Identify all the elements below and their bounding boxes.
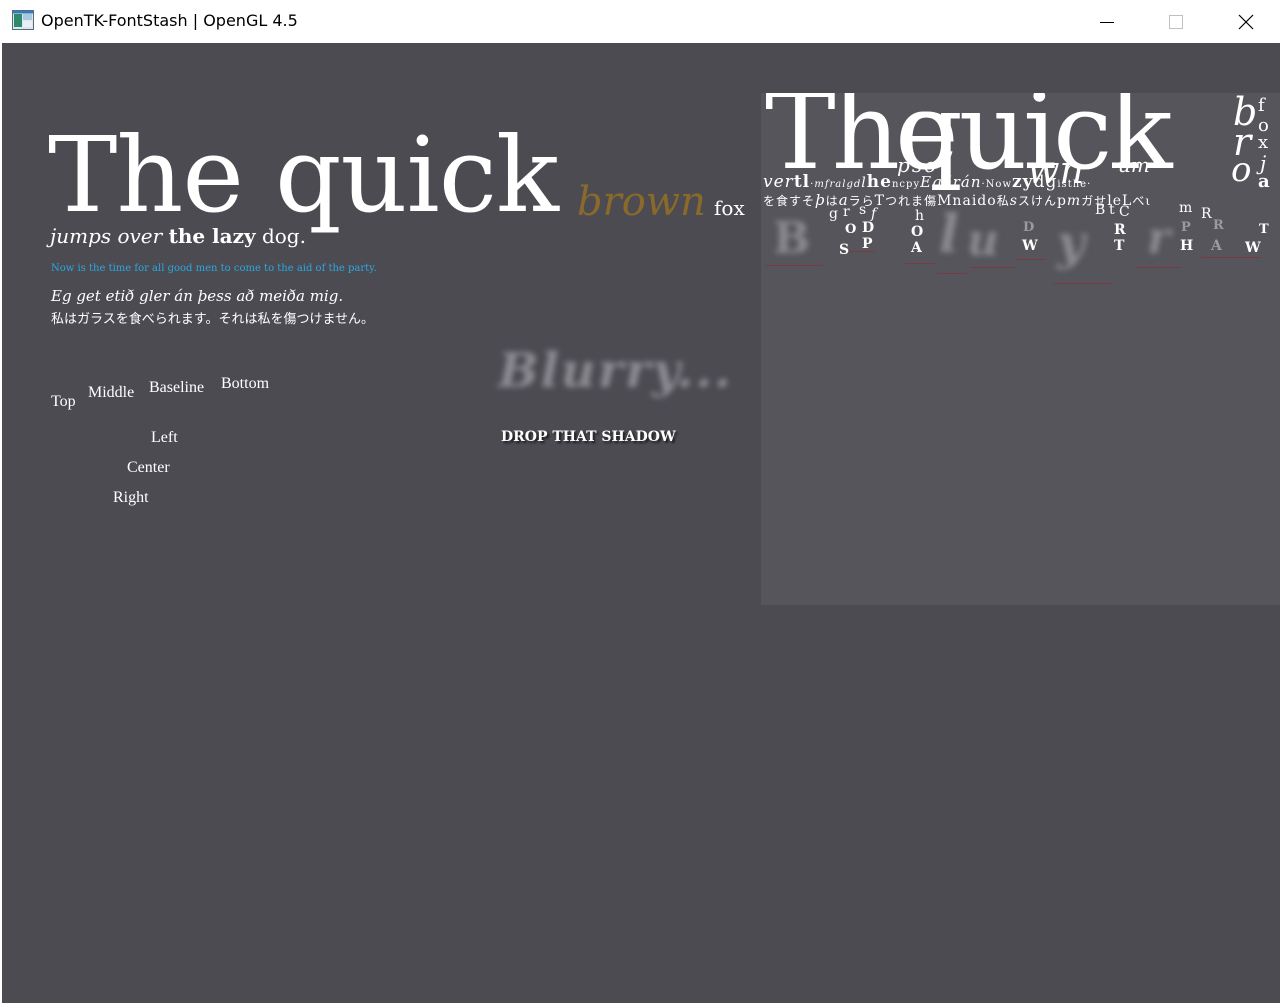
atlas-glyph: f bbox=[1258, 95, 1265, 116]
atlas-divider bbox=[1135, 267, 1181, 268]
atlas-glyph: g bbox=[829, 206, 838, 222]
atlas-glyph: x bbox=[1258, 132, 1269, 153]
atlas-glyph: D bbox=[862, 220, 875, 236]
atlas-divider bbox=[765, 265, 823, 266]
atlas-glyph: pso bbox=[897, 153, 939, 177]
atlas-glyph: O bbox=[845, 222, 857, 237]
atlas-glyph: h bbox=[915, 208, 925, 224]
atlas-row: vertl·mfralgdlhencpyEgðrán·Nowzydgisthe· bbox=[763, 172, 1092, 192]
glyph-atlas-texture: The quick b f o x r j o a pso wn um vert… bbox=[761, 93, 1280, 605]
atlas-glyph: m bbox=[1179, 200, 1193, 216]
align-left-label: Left bbox=[151, 429, 178, 446]
align-center-label: Center bbox=[127, 459, 170, 476]
atlas-glyph: T bbox=[1114, 238, 1125, 254]
close-icon bbox=[1238, 14, 1254, 29]
japanese-text: 私はガラスを食べられます。それは私を傷つけません。 bbox=[51, 312, 375, 327]
atlas-divider bbox=[937, 273, 967, 274]
align-top-label: Top bbox=[51, 393, 76, 410]
atlas-glyph: W bbox=[1022, 238, 1038, 254]
maximize-icon bbox=[1169, 14, 1183, 29]
the-quick-heading: The quick bbox=[48, 114, 559, 236]
drop-shadow-text: DROP THAT SHADOW bbox=[501, 429, 676, 445]
atlas-divider bbox=[849, 251, 875, 252]
window-title: OpenTK-FontStash | OpenGL 4.5 bbox=[41, 11, 298, 30]
atlas-glyph: R bbox=[1114, 222, 1126, 238]
maximize-button[interactable] bbox=[1141, 0, 1211, 43]
atlas-glyph: t bbox=[1109, 202, 1115, 218]
atlas-blur-glyph: u bbox=[967, 215, 999, 266]
atlas-glyph: D bbox=[1023, 220, 1035, 235]
atlas-glyph: A bbox=[911, 240, 922, 256]
blurry-text: Blurry... bbox=[498, 343, 733, 399]
atlas-glyph: A bbox=[1211, 238, 1222, 254]
align-bottom-label: Bottom bbox=[221, 375, 270, 392]
gl-viewport[interactable]: The quick brown fox jumps over the lazy … bbox=[2, 43, 1280, 1003]
atlas-divider bbox=[1053, 283, 1113, 284]
atlas-glyph: H bbox=[1180, 238, 1194, 254]
align-baseline-label: Baseline bbox=[149, 379, 205, 396]
icelandic-text: Eg get etið gler án þess að meiða mig. bbox=[51, 287, 344, 305]
app-window-icon bbox=[12, 10, 34, 30]
dog-text: dog. bbox=[261, 224, 306, 248]
align-right-label: Right bbox=[113, 489, 149, 506]
the-lazy-text: the lazy bbox=[168, 224, 256, 248]
atlas-divider bbox=[971, 267, 1015, 268]
atlas-divider bbox=[1201, 257, 1261, 258]
atlas-glyph: S bbox=[839, 242, 850, 258]
fox-word: fox bbox=[714, 196, 745, 220]
atlas-glyph: T bbox=[1259, 222, 1269, 237]
app-window: OpenTK-FontStash | OpenGL 4.5 The quick … bbox=[0, 0, 1284, 1006]
atlas-glyph: r bbox=[843, 204, 850, 220]
atlas-glyph: R bbox=[1201, 206, 1212, 222]
atlas-glyph: um bbox=[1118, 153, 1150, 177]
atlas-glyph: C bbox=[1119, 204, 1130, 220]
close-button[interactable] bbox=[1211, 0, 1281, 43]
atlas-blur-glyph: B bbox=[773, 213, 811, 264]
brown-word: brown bbox=[577, 179, 706, 225]
jumps-over-text: jumps over bbox=[50, 224, 163, 248]
title-bar[interactable]: OpenTK-FontStash | OpenGL 4.5 bbox=[0, 0, 1284, 43]
atlas-glyph: o bbox=[1231, 150, 1252, 190]
atlas-glyph: s bbox=[859, 202, 867, 218]
atlas-glyph: R bbox=[1213, 218, 1224, 233]
atlas-blur-glyph: l bbox=[939, 204, 959, 265]
atlas-glyph: B bbox=[1095, 202, 1106, 218]
atlas-blur-glyph: y bbox=[1057, 215, 1085, 271]
atlas-glyph: a bbox=[1258, 171, 1270, 192]
atlas-glyph: O bbox=[911, 224, 924, 240]
align-middle-label: Middle bbox=[88, 384, 135, 401]
atlas-glyph: j bbox=[1260, 151, 1267, 175]
jumps-line: jumps over the lazy dog. bbox=[50, 226, 306, 246]
atlas-glyph: P bbox=[862, 236, 873, 252]
atlas-blur-glyph: r bbox=[1147, 213, 1171, 264]
atlas-divider bbox=[905, 263, 935, 264]
atlas-glyph: P bbox=[1181, 220, 1191, 235]
minimize-button[interactable] bbox=[1072, 0, 1142, 43]
atlas-glyph: W bbox=[1245, 240, 1261, 256]
now-is-the-time-text: Now is the time for all good men to come… bbox=[51, 263, 377, 274]
minimize-icon bbox=[1100, 21, 1114, 23]
atlas-divider bbox=[1015, 259, 1045, 260]
atlas-glyph: f bbox=[871, 206, 877, 222]
